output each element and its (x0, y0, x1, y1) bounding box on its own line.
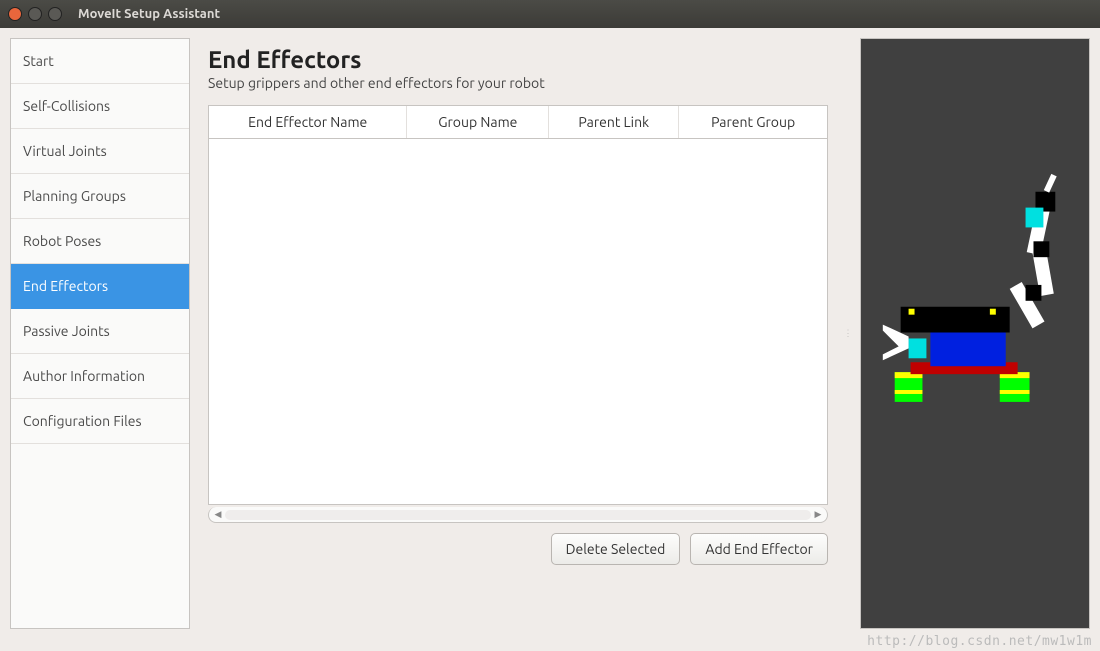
sidebar-item-planning-groups[interactable]: Planning Groups (11, 174, 189, 219)
nav-sidebar: Start Self-Collisions Virtual Joints Pla… (10, 38, 190, 629)
col-header-group[interactable]: Group Name (407, 106, 549, 139)
robot-preview-3d[interactable] (860, 38, 1090, 629)
sidebar-item-label: Self-Collisions (23, 98, 110, 114)
watermark-text: http://blog.csdn.net/mw1w1m (867, 634, 1092, 649)
sidebar-item-label: End Effectors (23, 278, 108, 294)
maximize-icon[interactable] (48, 7, 62, 21)
col-header-parent-group[interactable]: Parent Group (679, 106, 827, 139)
scroll-right-icon[interactable]: ▶ (811, 509, 825, 520)
add-end-effector-button[interactable]: Add End Effector (690, 533, 828, 565)
sidebar-item-start[interactable]: Start (11, 39, 189, 84)
app-window: MoveIt Setup Assistant Start Self-Collis… (0, 0, 1100, 651)
robot-render-icon (861, 39, 1089, 628)
minimize-icon[interactable] (28, 7, 42, 21)
close-icon[interactable] (8, 7, 22, 21)
delete-selected-button[interactable]: Delete Selected (551, 533, 681, 565)
sidebar-item-label: Passive Joints (23, 323, 110, 339)
sidebar-item-label: Planning Groups (23, 188, 126, 204)
button-row: Delete Selected Add End Effector (208, 533, 828, 565)
sidebar-item-label: Author Information (23, 368, 145, 384)
col-header-name[interactable]: End Effector Name (209, 106, 407, 139)
page-subtitle: Setup grippers and other end effectors f… (208, 75, 828, 91)
main-panel: End Effectors Setup grippers and other e… (200, 38, 836, 629)
title-bar[interactable]: MoveIt Setup Assistant (0, 0, 1100, 28)
page-title: End Effectors (208, 46, 828, 73)
sidebar-item-end-effectors[interactable]: End Effectors (11, 264, 189, 309)
sidebar-item-passive-joints[interactable]: Passive Joints (11, 309, 189, 354)
sidebar-item-label: Start (23, 53, 54, 69)
scroll-track[interactable] (225, 510, 811, 520)
col-header-parent-link[interactable]: Parent Link (549, 106, 679, 139)
sidebar-item-author-information[interactable]: Author Information (11, 354, 189, 399)
sidebar-item-label: Configuration Files (23, 413, 142, 429)
sidebar-item-robot-poses[interactable]: Robot Poses (11, 219, 189, 264)
scroll-left-icon[interactable]: ◀ (211, 509, 225, 520)
sidebar-item-label: Robot Poses (23, 233, 101, 249)
sidebar-item-self-collisions[interactable]: Self-Collisions (11, 84, 189, 129)
horizontal-scrollbar[interactable]: ◀ ▶ (208, 507, 828, 523)
window-title: MoveIt Setup Assistant (78, 7, 220, 21)
end-effector-table[interactable]: End Effector Name Group Name Parent Link… (208, 105, 828, 505)
sidebar-item-virtual-joints[interactable]: Virtual Joints (11, 129, 189, 174)
splitter-handle[interactable]: ⋮ (846, 38, 850, 629)
sidebar-item-label: Virtual Joints (23, 143, 107, 159)
client-area: Start Self-Collisions Virtual Joints Pla… (0, 28, 1100, 651)
sidebar-item-configuration-files[interactable]: Configuration Files (11, 399, 189, 444)
